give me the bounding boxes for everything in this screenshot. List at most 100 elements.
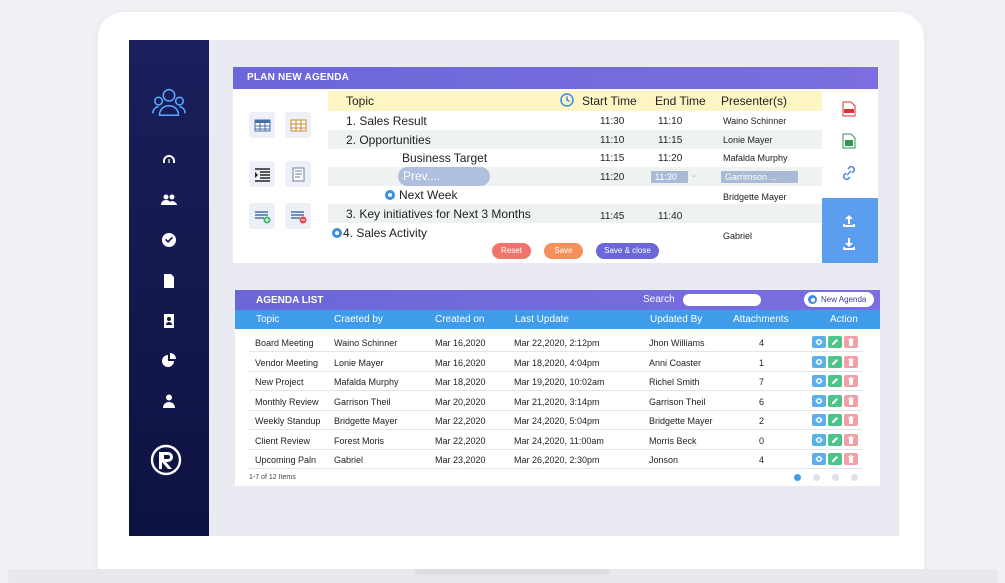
contacts-icon[interactable]: [157, 309, 181, 333]
dashboard-gauge-icon[interactable]: [157, 148, 181, 172]
link-icon[interactable]: [839, 163, 859, 183]
excel-icon[interactable]: [839, 131, 859, 151]
view-icon[interactable]: [812, 336, 826, 348]
view-icon[interactable]: [812, 453, 826, 465]
edit-icon[interactable]: [828, 433, 842, 446]
edit-icon[interactable]: [828, 394, 842, 407]
grid-icon[interactable]: [285, 112, 311, 138]
table-cell: 7: [759, 377, 765, 387]
bullet-icon: [385, 190, 395, 200]
table-cell: 2: [759, 416, 765, 426]
page-dot[interactable]: [851, 474, 858, 481]
document-icon[interactable]: [157, 269, 181, 293]
row-actions: [812, 453, 858, 465]
col-updated-by: Updated By: [650, 314, 703, 325]
team-logo-icon[interactable]: [149, 82, 189, 122]
table-cell: Weekly Standup: [255, 416, 321, 426]
edit-icon[interactable]: [828, 453, 842, 465]
delete-icon[interactable]: [844, 375, 858, 387]
view-icon[interactable]: [812, 355, 826, 368]
view-icon[interactable]: [812, 375, 826, 387]
col-topic: Topic: [346, 94, 375, 108]
sidebar: [129, 40, 209, 536]
person-icon[interactable]: [157, 389, 181, 413]
new-agenda-button[interactable]: New Agenda: [804, 292, 874, 307]
table-cell: 4: [759, 338, 765, 348]
table-cell: Mar 20,2020: [435, 396, 486, 407]
table-cell: Morris Beck: [649, 435, 697, 446]
table-row[interactable]: Monthly Review Garrison Theil Mar 20,2020 M…: [249, 391, 863, 411]
remove-row-icon[interactable]: [285, 203, 311, 229]
table-row[interactable]: Board Meeting Waino Schinner Mar 16,2020 Ma…: [249, 332, 863, 352]
table-cell: Upcoming Paln: [255, 455, 317, 465]
delete-icon[interactable]: [844, 453, 858, 465]
download-icon[interactable]: [839, 234, 859, 254]
table-row[interactable]: Upcoming Paln Gabriel Mar 23,2020 Mar 26,20…: [249, 449, 863, 469]
view-icon[interactable]: [812, 414, 826, 426]
table-row[interactable]: Weekly Standup Bridgette Mayer Mar 22,2020…: [249, 410, 863, 430]
view-icon[interactable]: [812, 394, 826, 407]
table-cell: Richel Smith: [649, 377, 700, 387]
row-actions: [812, 433, 858, 446]
table-row[interactable]: New Project Mafalda Murphy Mar 18,2020 Mar …: [249, 371, 863, 391]
page-dot[interactable]: [794, 474, 801, 481]
delete-icon[interactable]: [844, 414, 858, 426]
plan-row[interactable]: Business Target 11:15 11:20 Mafalda Murp…: [328, 148, 822, 167]
add-row-icon[interactable]: [249, 203, 275, 229]
plan-row[interactable]: 1. Sales Result 11:30 11:10 Waino Schinn…: [328, 111, 822, 130]
save-button[interactable]: Save: [544, 243, 583, 259]
row-actions: [812, 394, 858, 407]
table-cell: 4: [759, 455, 765, 465]
edit-icon[interactable]: [828, 336, 842, 348]
topic-edit-field[interactable]: Prev....: [398, 167, 490, 186]
delete-icon[interactable]: [844, 355, 858, 368]
table-cell: Mar 26,2020, 2:30pm: [514, 455, 600, 465]
table-cell: Waino Schinner: [334, 338, 398, 348]
delete-icon[interactable]: [844, 336, 858, 348]
plan-table: Topic Start Time End Time Presenter(s) 1…: [328, 89, 822, 263]
page-dot[interactable]: [813, 474, 820, 481]
agenda-list-panel: AGENDA LIST Search New Agenda Topic Crae…: [235, 290, 880, 486]
upload-icon[interactable]: [839, 211, 859, 231]
delete-icon[interactable]: [844, 394, 858, 407]
plan-row[interactable]: 3. Key initiatives for Next 3 Months 11:…: [328, 204, 822, 223]
plan-row[interactable]: 4. Sales Activity Gabriel: [328, 223, 822, 242]
plan-panel-title: PLAN NEW AGENDA: [233, 67, 878, 89]
row-actions: [812, 414, 858, 426]
table-row[interactable]: Vendor Meeting Lonie Mayer Mar 16,2020 Mar …: [249, 352, 863, 372]
indent-list-icon[interactable]: [249, 161, 275, 187]
end-time-field[interactable]: 11:30: [651, 171, 688, 183]
plan-table-header: Topic Start Time End Time Presenter(s): [328, 91, 822, 111]
presenter-field[interactable]: Garrimson ...: [721, 171, 798, 183]
table-row[interactable]: Client Review Forest Moris Mar 22,2020 Mar …: [249, 430, 863, 450]
edit-icon[interactable]: [828, 355, 842, 368]
pie-chart-icon[interactable]: [157, 349, 181, 373]
search-label: Search: [643, 294, 675, 305]
table-cell: Mar 24,2020, 11:00am: [514, 435, 604, 446]
add-circle-icon: [808, 295, 817, 304]
reset-button[interactable]: Reset: [492, 243, 531, 259]
view-icon[interactable]: [812, 433, 826, 446]
page-dot[interactable]: [832, 474, 839, 481]
table-icon[interactable]: [249, 112, 275, 138]
table-cell: Bridgette Mayer: [649, 416, 713, 426]
table-cell: Mar 18,2020, 4:04pm: [514, 357, 600, 368]
table-cell: Garrison Theil: [334, 396, 391, 407]
col-topic: Topic: [256, 314, 280, 325]
search-input[interactable]: [683, 294, 761, 306]
plan-row[interactable]: Next Week Bridgette Mayer: [328, 185, 822, 204]
users-icon[interactable]: [157, 188, 181, 212]
pdf-icon[interactable]: [839, 99, 859, 119]
edit-icon[interactable]: [828, 375, 842, 387]
edit-icon[interactable]: [828, 414, 842, 426]
check-circle-icon[interactable]: [157, 228, 181, 252]
save-close-button[interactable]: Save & close: [596, 243, 659, 259]
table-cell: Forest Moris: [334, 435, 385, 446]
col-start-time: Start Time: [582, 94, 637, 108]
delete-icon[interactable]: [844, 433, 858, 446]
notes-icon[interactable]: [285, 161, 311, 187]
plan-row[interactable]: 2. Opportunities 11:10 11:15 Lonie Mayer: [328, 130, 822, 149]
table-cell: Vendor Meeting: [255, 357, 319, 368]
table-cell: Bridgette Mayer: [334, 416, 398, 426]
table-cell: Mar 21,2020, 3:14pm: [514, 396, 600, 407]
